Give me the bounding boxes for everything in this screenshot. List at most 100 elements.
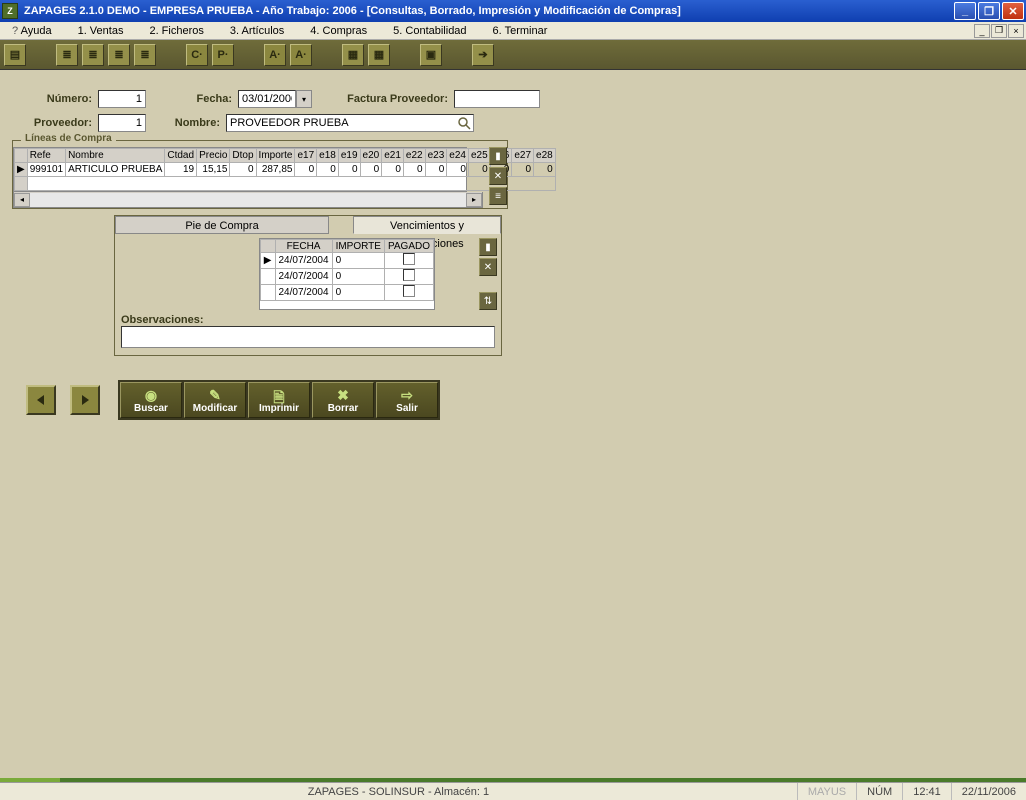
venc-row[interactable]: 24/07/20040 xyxy=(260,269,433,285)
cell-e17[interactable]: 0 xyxy=(295,163,317,177)
menu-contabilidad[interactable]: 5. Contabilidad xyxy=(385,24,484,38)
proveedor-input[interactable] xyxy=(98,114,146,132)
lineas-grid[interactable]: Refe Nombre Ctdad Precio Dtop Importe e1… xyxy=(13,147,467,192)
toolbar-btn-5[interactable]: ≣ xyxy=(134,44,156,66)
borrar-button[interactable]: ✖Borrar xyxy=(312,382,374,418)
buscar-button[interactable]: ◉Buscar xyxy=(120,382,182,418)
venc-fecha[interactable]: 24/07/2004 xyxy=(275,269,332,285)
maximize-button[interactable]: ❐ xyxy=(978,2,1000,20)
venc-sort-button[interactable]: ⇅ xyxy=(479,292,497,310)
toolbar-btn-2[interactable]: ≣ xyxy=(56,44,78,66)
cell-e27[interactable]: 0 xyxy=(512,163,534,177)
toolbar-btn-a2[interactable]: A· xyxy=(290,44,312,66)
table-row[interactable]: ▶ 999101 ARTICULO PRUEBA 19 15,15 0 287,… xyxy=(15,163,556,177)
fecha-input[interactable] xyxy=(238,90,296,108)
col-e18[interactable]: e18 xyxy=(317,149,339,163)
nombre-input[interactable] xyxy=(226,114,474,132)
scroll-left-icon[interactable]: ◂ xyxy=(14,193,30,207)
salir-button[interactable]: ⇨Salir xyxy=(376,382,438,418)
col-e22[interactable]: e22 xyxy=(403,149,425,163)
col-e23[interactable]: e23 xyxy=(425,149,447,163)
imprimir-button[interactable]: 🗎Imprimir xyxy=(248,382,310,418)
venc-fecha[interactable]: 24/07/2004 xyxy=(275,253,332,269)
col-e25[interactable]: e25 xyxy=(468,149,490,163)
vencimientos-grid[interactable]: FECHA IMPORTE PAGADO ▶24/07/20040 24/07/… xyxy=(259,238,435,310)
venc-pagado-checkbox[interactable] xyxy=(403,285,415,297)
toolbar-btn-4[interactable]: ≣ xyxy=(108,44,130,66)
col-importe[interactable]: Importe xyxy=(256,149,295,163)
cell-ctdad[interactable]: 19 xyxy=(165,163,197,177)
lineas-edit-button[interactable]: ≡ xyxy=(489,187,507,205)
col-e20[interactable]: e20 xyxy=(360,149,382,163)
cell-e23[interactable]: 0 xyxy=(425,163,447,177)
col-e21[interactable]: e21 xyxy=(382,149,404,163)
venc-importe[interactable]: 0 xyxy=(332,253,384,269)
col-e17[interactable]: e17 xyxy=(295,149,317,163)
tab-pie-compra[interactable]: Pie de Compra xyxy=(115,216,329,234)
cell-e18[interactable]: 0 xyxy=(317,163,339,177)
cell-precio[interactable]: 15,15 xyxy=(197,163,230,177)
next-record-button[interactable] xyxy=(70,385,100,415)
cell-e28[interactable]: 0 xyxy=(534,163,556,177)
venc-fecha[interactable]: 24/07/2004 xyxy=(275,285,332,301)
cell-e21[interactable]: 0 xyxy=(382,163,404,177)
venc-add-button[interactable]: ▮ xyxy=(479,238,497,256)
minimize-button[interactable]: _ xyxy=(954,2,976,20)
tab-vencimientos[interactable]: Vencimientos y Observaciones xyxy=(353,216,501,234)
toolbar-btn-6[interactable]: ▦ xyxy=(342,44,364,66)
cell-e20[interactable]: 0 xyxy=(360,163,382,177)
cell-e25[interactable]: 0 xyxy=(468,163,490,177)
menu-ventas[interactable]: 1. Ventas xyxy=(70,24,142,38)
mdi-close[interactable]: × xyxy=(1008,24,1024,38)
toolbar-btn-7[interactable]: ▦ xyxy=(368,44,390,66)
nombre-lookup-icon[interactable] xyxy=(457,116,471,130)
menu-ayuda[interactable]: Ayuda xyxy=(4,24,70,38)
lineas-delete-button[interactable]: ✕ xyxy=(489,167,507,185)
venc-col-fecha[interactable]: FECHA xyxy=(275,240,332,253)
col-dtop[interactable]: Dtop xyxy=(230,149,256,163)
col-nombre[interactable]: Nombre xyxy=(66,149,165,163)
venc-importe[interactable]: 0 xyxy=(332,269,384,285)
mdi-minimize[interactable]: _ xyxy=(974,24,990,38)
venc-col-importe[interactable]: IMPORTE xyxy=(332,240,384,253)
factura-proveedor-input[interactable] xyxy=(454,90,540,108)
toolbar-btn-p[interactable]: P· xyxy=(212,44,234,66)
col-precio[interactable]: Precio xyxy=(197,149,230,163)
venc-row[interactable]: ▶24/07/20040 xyxy=(260,253,433,269)
toolbar-btn-3[interactable]: ≣ xyxy=(82,44,104,66)
menu-ficheros[interactable]: 2. Ficheros xyxy=(141,24,221,38)
cell-importe[interactable]: 287,85 xyxy=(256,163,295,177)
mdi-restore[interactable]: ❐ xyxy=(991,24,1007,38)
lineas-hscroll[interactable]: ◂ ▸ xyxy=(13,192,483,208)
cell-dtop[interactable]: 0 xyxy=(230,163,256,177)
toolbar-btn-a1[interactable]: A· xyxy=(264,44,286,66)
toolbar-btn-c[interactable]: C· xyxy=(186,44,208,66)
numero-input[interactable] xyxy=(98,90,146,108)
close-button[interactable]: ✕ xyxy=(1002,2,1024,20)
venc-pagado-checkbox[interactable] xyxy=(403,253,415,265)
venc-pagado-checkbox[interactable] xyxy=(403,269,415,281)
toolbar-btn-arrow[interactable]: ➔ xyxy=(472,44,494,66)
col-refe[interactable]: Refe xyxy=(27,149,65,163)
observaciones-input[interactable] xyxy=(121,326,495,348)
lineas-add-button[interactable]: ▮ xyxy=(489,147,507,165)
modificar-button[interactable]: ✎Modificar xyxy=(184,382,246,418)
venc-row[interactable]: 24/07/20040 xyxy=(260,285,433,301)
col-e19[interactable]: e19 xyxy=(338,149,360,163)
col-e27[interactable]: e27 xyxy=(512,149,534,163)
venc-delete-button[interactable]: ✕ xyxy=(479,258,497,276)
scroll-right-icon[interactable]: ▸ xyxy=(466,193,482,207)
venc-col-pagado[interactable]: PAGADO xyxy=(384,240,433,253)
cell-nombre[interactable]: ARTICULO PRUEBA xyxy=(66,163,165,177)
toolbar-btn-1[interactable]: ▤ xyxy=(4,44,26,66)
menu-compras[interactable]: 4. Compras xyxy=(302,24,385,38)
fecha-dropdown[interactable]: ▾ xyxy=(296,90,312,108)
prev-record-button[interactable] xyxy=(26,385,56,415)
cell-e22[interactable]: 0 xyxy=(403,163,425,177)
menu-terminar[interactable]: 6. Terminar xyxy=(485,24,566,38)
venc-importe[interactable]: 0 xyxy=(332,285,384,301)
cell-e24[interactable]: 0 xyxy=(447,163,469,177)
cell-refe[interactable]: 999101 xyxy=(27,163,65,177)
col-ctdad[interactable]: Ctdad xyxy=(165,149,197,163)
cell-e19[interactable]: 0 xyxy=(338,163,360,177)
